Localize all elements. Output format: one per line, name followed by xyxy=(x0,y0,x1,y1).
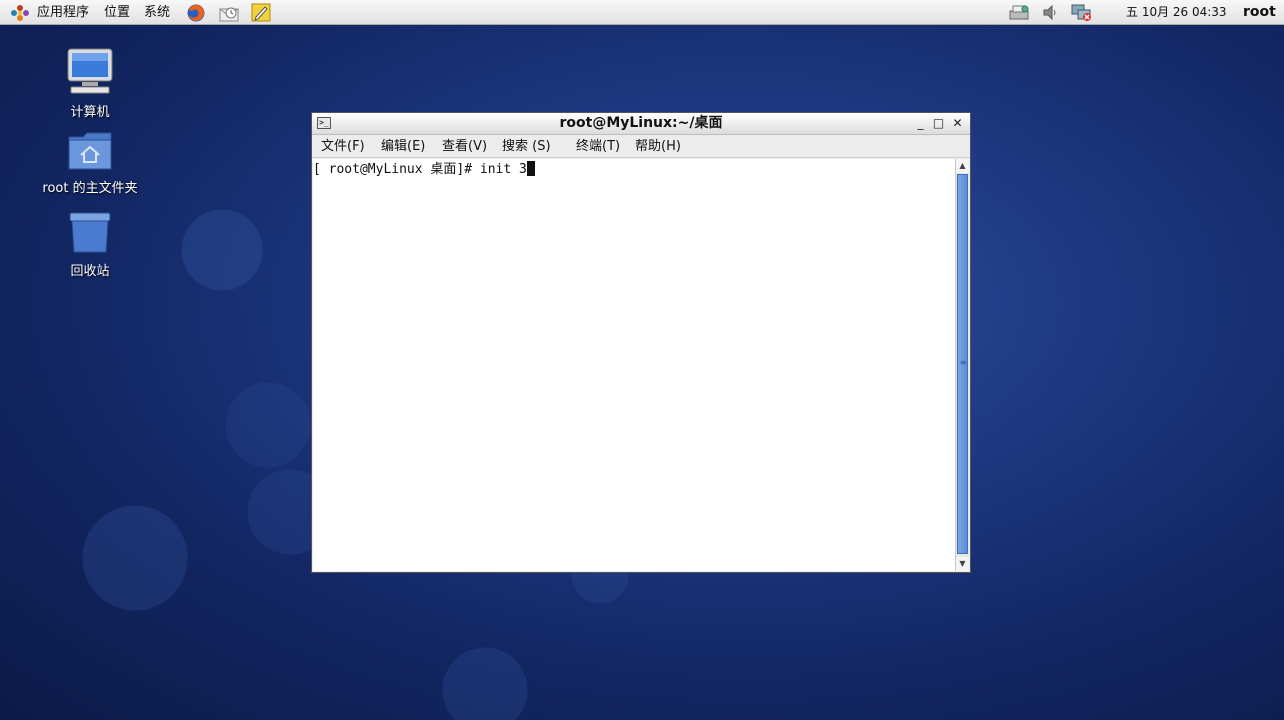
terminal-window[interactable]: >_ root@MyLinux:~/桌面 _ □ ✕ 文件(F) 编辑(E) 查… xyxy=(311,112,971,573)
volume-icon[interactable] xyxy=(1042,3,1062,22)
desktop-icon-label: 计算机 xyxy=(70,105,110,120)
desktop-icon-label: 回收站 xyxy=(70,264,110,279)
desktop-icon-computer[interactable]: 计算机 xyxy=(35,47,145,120)
user-menu[interactable]: root xyxy=(1243,0,1276,25)
desktop-icon-label: root 的主文件夹 xyxy=(42,181,138,196)
terminal-scrollbar[interactable]: ▲ ≡ ▼ xyxy=(955,159,969,571)
menu-edit[interactable]: 编辑(E) xyxy=(381,135,425,158)
scrollbar-thumb[interactable]: ≡ xyxy=(957,174,968,554)
typed-command: init 3 xyxy=(479,162,527,177)
computer-icon xyxy=(65,47,115,95)
minimize-button[interactable]: _ xyxy=(912,115,929,132)
text-cursor xyxy=(526,161,535,176)
network-disconnected-icon[interactable] xyxy=(1071,3,1091,22)
menu-terminal[interactable]: 终端(T) xyxy=(576,135,620,158)
desktop-icon-trash[interactable]: 回收站 xyxy=(35,210,145,279)
clock[interactable]: 五 10月 26 04:33 xyxy=(1126,0,1227,25)
shell-prompt: [ root@MyLinux 桌面]# xyxy=(313,162,480,177)
terminal-output[interactable]: [ root@MyLinux 桌面]# init 3 xyxy=(313,159,956,571)
network-printer-icon[interactable] xyxy=(1008,3,1029,22)
scrollbar-grip-icon: ≡ xyxy=(960,358,967,367)
scroll-up-icon[interactable]: ▲ xyxy=(956,159,969,173)
menu-file[interactable]: 文件(F) xyxy=(321,135,365,158)
prompt-line: [ root@MyLinux 桌面]# init 3 xyxy=(313,161,535,178)
menu-view[interactable]: 查看(V) xyxy=(442,135,487,158)
maximize-button[interactable]: □ xyxy=(930,115,947,132)
window-titlebar[interactable]: >_ root@MyLinux:~/桌面 _ □ ✕ xyxy=(312,113,970,135)
home-folder-icon xyxy=(67,131,113,171)
terminal-menubar: 文件(F) 编辑(E) 查看(V) 搜索 (S) 终端(T) 帮助(H) xyxy=(312,135,970,158)
applications-logo-icon[interactable] xyxy=(10,4,30,22)
firefox-icon[interactable] xyxy=(186,3,206,22)
close-button[interactable]: ✕ xyxy=(949,115,966,132)
top-panel: 应用程序 位置 系统 五 10月 26 04:33 root xyxy=(0,0,1284,25)
note-editor-icon[interactable] xyxy=(251,3,271,22)
mail-client-icon[interactable] xyxy=(219,3,239,22)
menu-help[interactable]: 帮助(H) xyxy=(635,135,681,158)
system-menu[interactable]: 系统 xyxy=(144,0,170,25)
desktop-icon-home-folder[interactable]: root 的主文件夹 xyxy=(35,131,145,196)
places-menu[interactable]: 位置 xyxy=(104,0,130,25)
menu-search[interactable]: 搜索 (S) xyxy=(502,135,551,158)
trash-icon xyxy=(67,210,113,254)
scroll-down-icon[interactable]: ▼ xyxy=(956,557,969,571)
window-title: root@MyLinux:~/桌面 xyxy=(559,115,723,131)
applications-menu[interactable]: 应用程序 xyxy=(37,0,89,25)
